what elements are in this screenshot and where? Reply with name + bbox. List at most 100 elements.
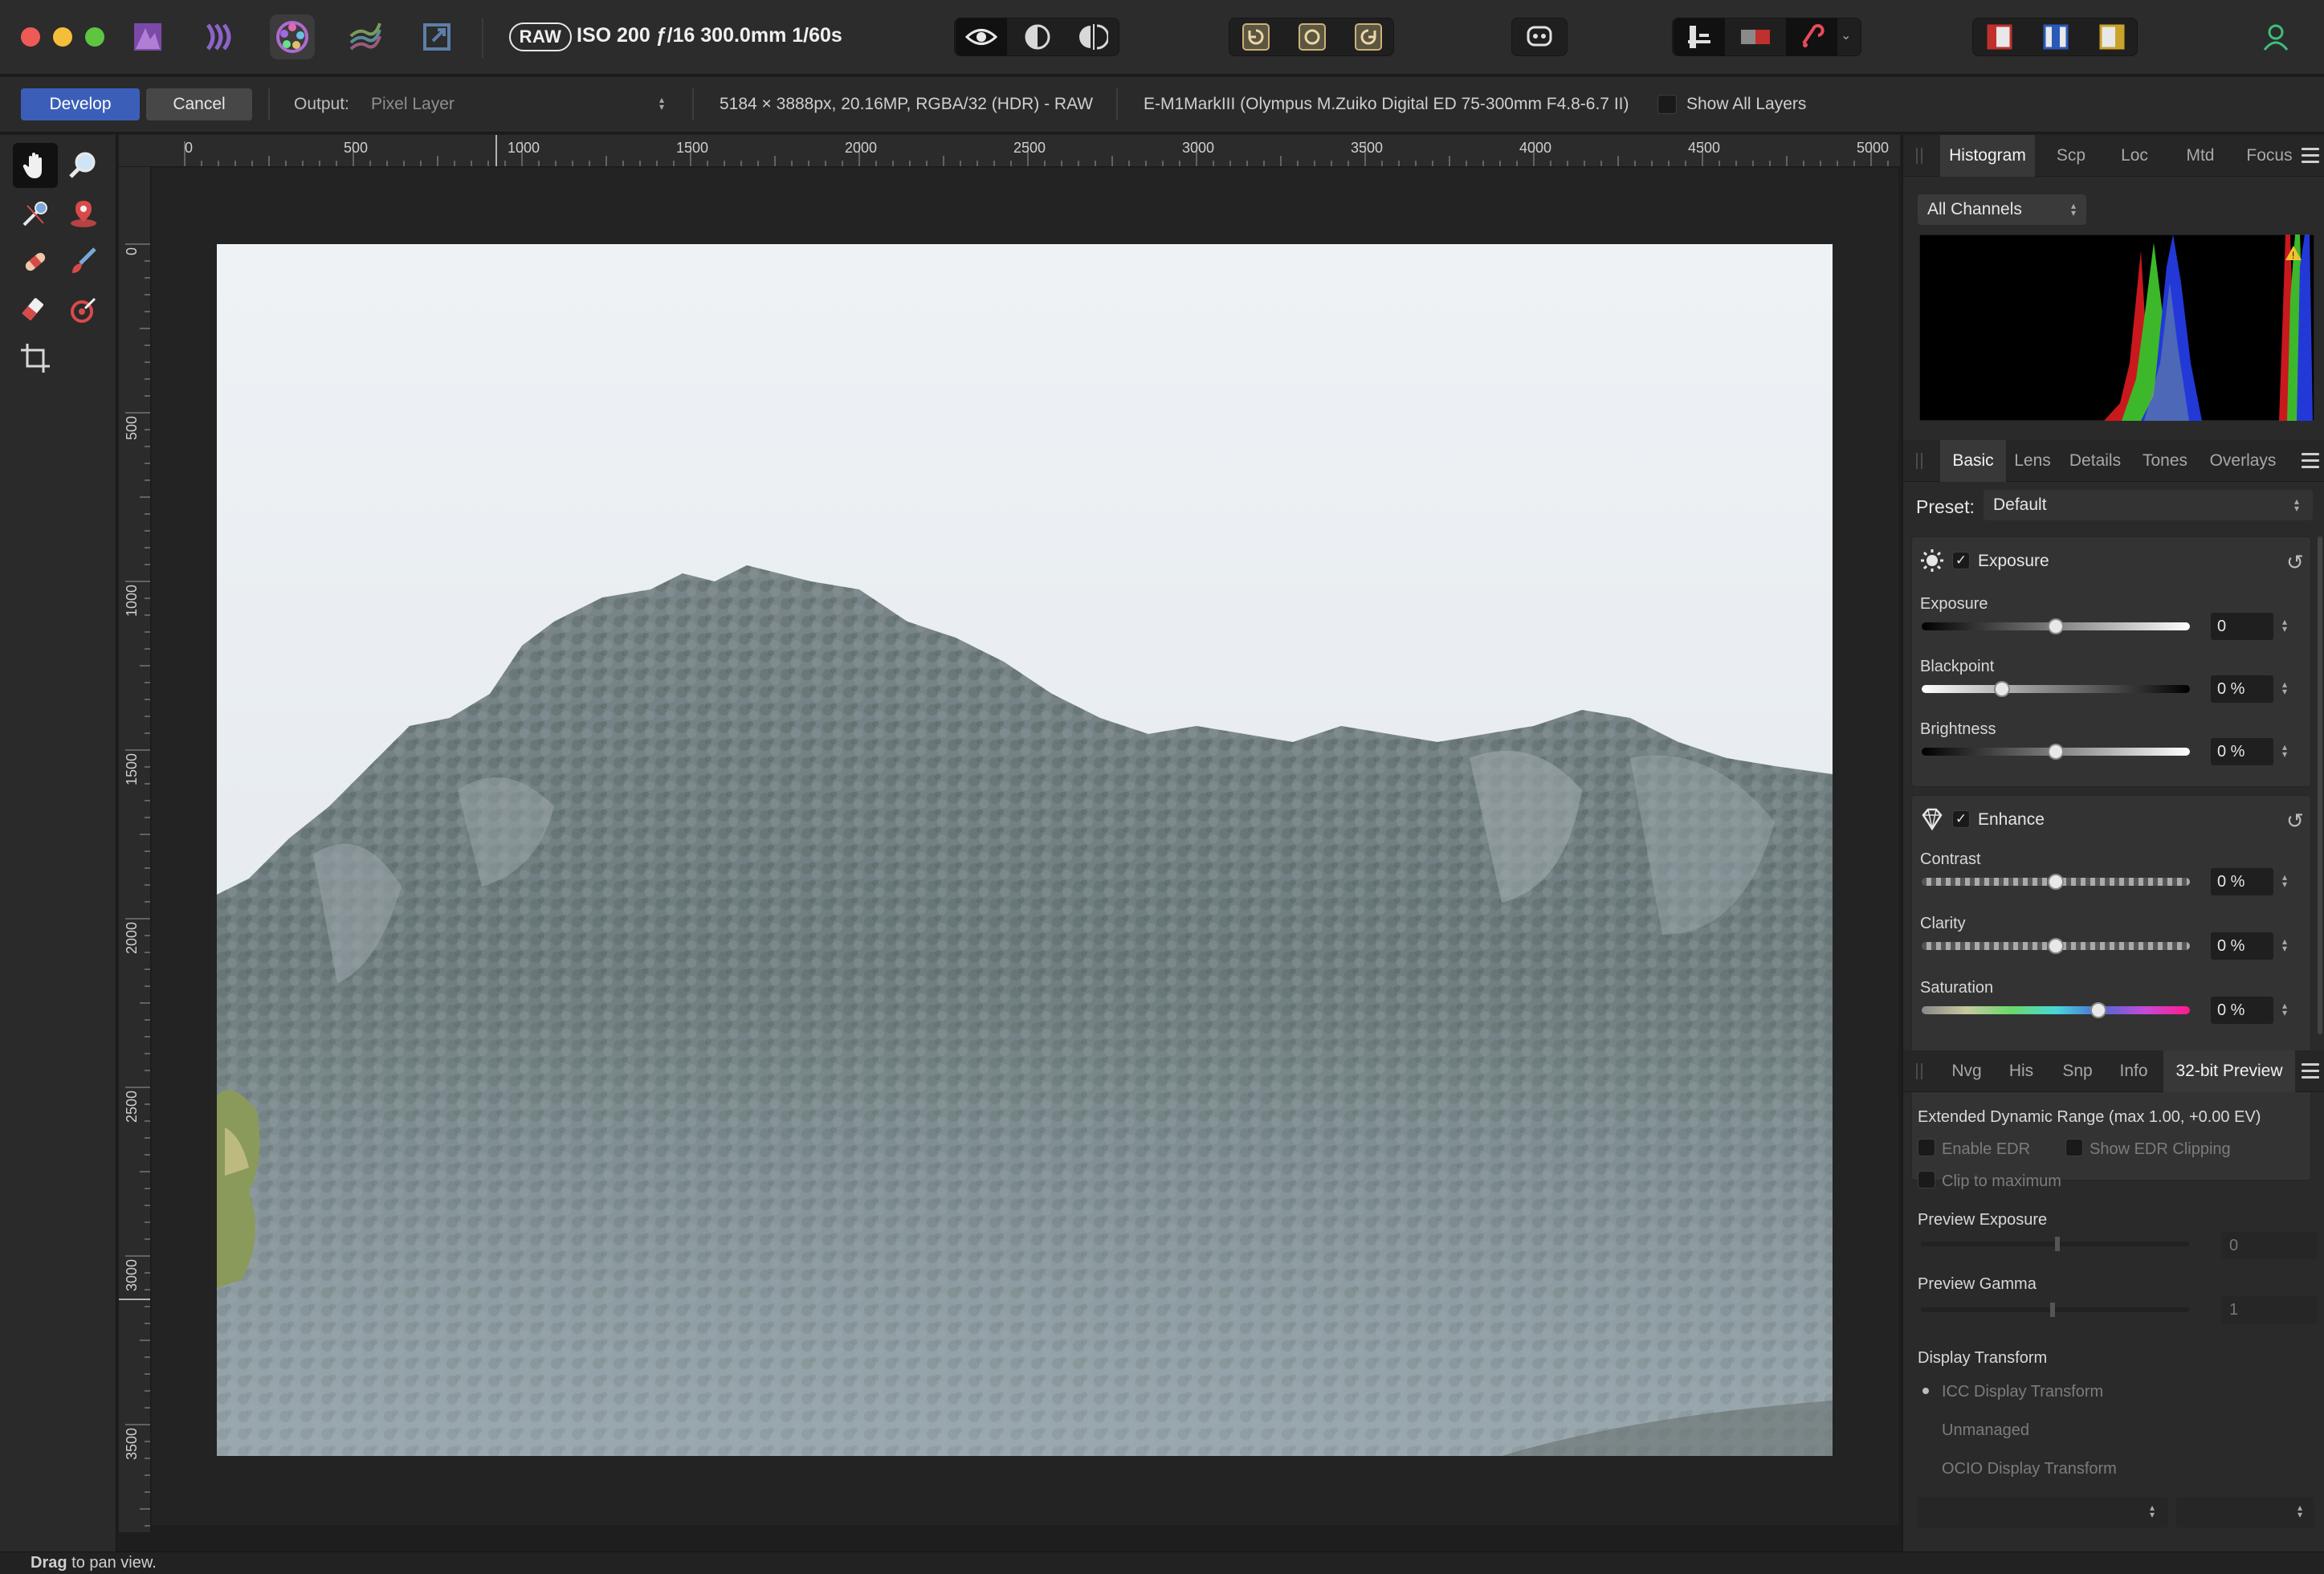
tab-overlays[interactable]: Overlays [2199, 440, 2287, 482]
zoom-tool-icon[interactable] [61, 143, 106, 188]
clipping-highlights-icon[interactable] [1674, 18, 1725, 56]
tab-tones[interactable]: Tones [2133, 440, 2197, 482]
window-minimize-button[interactable] [53, 27, 72, 47]
tab-focus[interactable]: Focus [2237, 135, 2302, 177]
tab-basic[interactable]: Basic [1940, 440, 2006, 482]
exposure-enable-checkbox[interactable]: ✓ [1952, 552, 1970, 569]
clip-to-maximum-checkbox[interactable] [1918, 1171, 1935, 1189]
preview-exposure-knob[interactable] [2055, 1237, 2060, 1251]
contrast-value-field[interactable]: 0 % [2211, 868, 2273, 895]
clarity-stepper-icon[interactable]: ▴ ▾ [2280, 936, 2289, 954]
tab-location[interactable]: Loc [2109, 135, 2160, 177]
saturation-stepper-icon[interactable]: ▴ ▾ [2280, 1001, 2289, 1018]
blackpoint-slider-knob[interactable] [1994, 681, 2011, 697]
enhance-reset-icon[interactable]: ↺ [2286, 809, 2304, 834]
panel-menu-icon[interactable] [2302, 148, 2319, 164]
blackpoint-stepper-icon[interactable]: ▴ ▾ [2280, 679, 2289, 697]
cancel-button[interactable]: Cancel [146, 88, 252, 120]
panel-menu-icon[interactable] [2302, 1063, 2319, 1079]
assistant-icon[interactable] [1514, 18, 1565, 56]
tab-history[interactable]: His [1996, 1050, 2046, 1092]
saturation-slider-knob[interactable] [2090, 1002, 2107, 1018]
persona-develop-icon[interactable] [270, 14, 315, 59]
preview-gamma-knob[interactable] [2050, 1303, 2055, 1317]
show-all-layers-checkbox[interactable] [1657, 95, 1677, 114]
preview-gamma-slider[interactable] [1921, 1307, 2189, 1312]
overlay-erase-icon[interactable] [13, 287, 58, 332]
horizontal-scrollbar[interactable] [152, 1525, 1898, 1533]
radio-selected-icon[interactable] [1922, 1388, 1929, 1394]
tab-details[interactable]: Details [2059, 440, 2131, 482]
clipping-warning-icon[interactable] [2273, 246, 2289, 262]
ocio-space-select[interactable]: ▴ ▾ [1918, 1497, 2168, 1527]
window-zoom-button[interactable] [85, 27, 104, 47]
clarity-slider-knob[interactable] [2048, 938, 2064, 954]
brightness-slider-knob[interactable] [2048, 744, 2064, 760]
transform-option-unmanaged[interactable]: Unmanaged [1942, 1421, 2029, 1440]
transform-option-icc[interactable]: ICC Display Transform [1942, 1383, 2103, 1401]
clipping-tones-icon[interactable] [1786, 18, 1837, 56]
tab-lens[interactable]: Lens [2008, 440, 2057, 482]
tab-info[interactable]: Info [2107, 1050, 2160, 1092]
preset-select[interactable]: Default ▴ ▾ [1984, 490, 2313, 520]
crop-tool-icon[interactable] [13, 336, 58, 381]
develop-button[interactable]: Develop [21, 88, 140, 120]
panel-grip-icon[interactable] [1916, 1063, 1922, 1079]
overlay-gradient-icon[interactable] [61, 287, 106, 332]
exposure-stepper-icon[interactable]: ▴ ▾ [2280, 617, 2289, 634]
panel-menu-icon[interactable] [2302, 453, 2319, 469]
output-select[interactable]: Pixel Layer ▴ ▾ [363, 88, 678, 120]
persona-export-icon[interactable] [414, 14, 459, 59]
tab-32bit-preview[interactable]: 32-bit Preview [2163, 1050, 2295, 1092]
mirror-view-icon[interactable] [1068, 18, 1119, 56]
exposure-slider-knob[interactable] [2048, 618, 2064, 634]
saturation-value-field[interactable]: 0 % [2211, 997, 2273, 1024]
undo-history-icon[interactable] [1230, 18, 1282, 56]
panel-grip-icon[interactable] [1916, 148, 1922, 164]
window-close-button[interactable] [21, 27, 40, 47]
panel-grip-icon[interactable] [1916, 453, 1922, 469]
overlay-paint-icon[interactable] [61, 239, 106, 284]
preview-gamma-value[interactable]: 1 [2221, 1296, 2318, 1323]
enhance-enable-checkbox[interactable]: ✓ [1952, 810, 1970, 828]
studio-left-icon[interactable] [1974, 18, 2025, 56]
brightness-stepper-icon[interactable]: ▴ ▾ [2280, 742, 2289, 760]
transform-option-ocio[interactable]: OCIO Display Transform [1942, 1460, 2117, 1478]
tab-snapshots[interactable]: Snp [2051, 1050, 2104, 1092]
channel-select[interactable]: All Channels ▴ ▾ [1918, 194, 2086, 225]
user-account-icon[interactable] [2252, 18, 2300, 56]
blackpoint-slider[interactable] [1922, 685, 2190, 693]
preview-exposure-value[interactable]: 0 [2221, 1232, 2318, 1259]
clipping-shadows-icon[interactable] [1730, 18, 1781, 56]
tab-metadata[interactable]: Mtd [2171, 135, 2229, 177]
clarity-value-field[interactable]: 0 % [2211, 932, 2273, 960]
brightness-value-field[interactable]: 0 % [2211, 738, 2273, 765]
develop-scrollbar[interactable] [2318, 536, 2322, 1034]
tab-navigator[interactable]: Nvg [1940, 1050, 1993, 1092]
studio-right-icon[interactable] [2086, 18, 2138, 56]
reset-icon[interactable] [1286, 18, 1338, 56]
preview-eye-icon[interactable] [956, 18, 1007, 56]
view-tool-hand-icon[interactable] [13, 143, 58, 188]
red-eye-tool-icon[interactable] [61, 191, 106, 236]
persona-liquify-icon[interactable] [198, 14, 243, 59]
ocio-view-select[interactable]: ▴ ▾ [2176, 1497, 2314, 1527]
show-edr-clipping-checkbox[interactable] [2065, 1139, 2083, 1156]
redo-history-icon[interactable] [1343, 18, 1394, 56]
enable-edr-checkbox[interactable] [1918, 1139, 1935, 1156]
split-view-icon[interactable] [1012, 18, 1063, 56]
blackpoint-value-field[interactable]: 0 % [2211, 675, 2273, 703]
persona-tone-map-icon[interactable] [342, 14, 387, 59]
clipping-dropdown-chevron-icon[interactable]: ⌄ [1841, 27, 1851, 43]
white-balance-tool-icon[interactable] [13, 191, 58, 236]
contrast-stepper-icon[interactable]: ▴ ▾ [2280, 872, 2289, 890]
contrast-slider-knob[interactable] [2048, 874, 2064, 890]
persona-photo-icon[interactable] [125, 14, 170, 59]
tab-scope[interactable]: Scp [2043, 135, 2099, 177]
studio-center-icon[interactable] [2030, 18, 2081, 56]
exposure-value-field[interactable]: 0 [2211, 613, 2273, 640]
exposure-reset-icon[interactable]: ↺ [2286, 550, 2304, 575]
saturation-slider[interactable] [1922, 1006, 2190, 1014]
tab-histogram[interactable]: Histogram [1940, 135, 2035, 177]
blemish-removal-icon[interactable] [13, 239, 58, 284]
